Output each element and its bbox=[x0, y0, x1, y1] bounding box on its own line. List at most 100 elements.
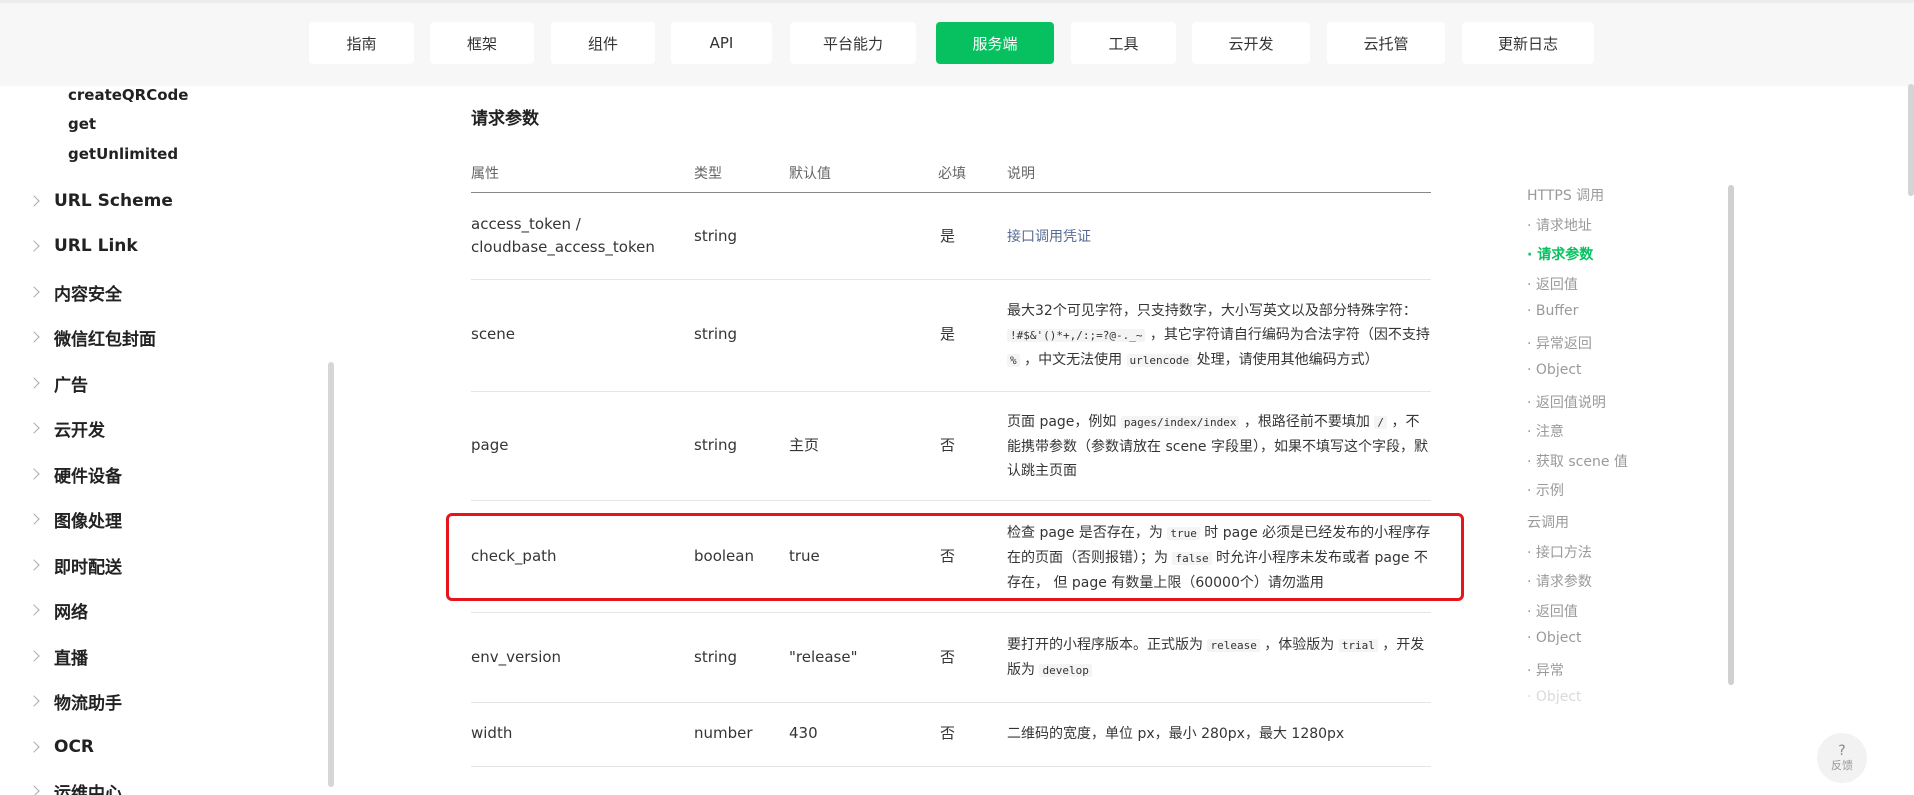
sidebar-cat-label: 网络 bbox=[54, 602, 88, 623]
sidebar-cat-label: 直播 bbox=[54, 648, 88, 669]
sidebar-cat-logistics[interactable]: 物流助手 bbox=[28, 689, 122, 714]
toc-https-call[interactable]: HTTPS 调用 bbox=[1527, 185, 1604, 205]
toc-buffer[interactable]: Buffer bbox=[1527, 303, 1579, 319]
param-name: page bbox=[471, 436, 509, 454]
param-type: string bbox=[694, 325, 738, 343]
sidebar-cat-label: OCR bbox=[54, 737, 95, 757]
chevron-right-icon bbox=[28, 650, 40, 662]
chevron-right-icon bbox=[28, 513, 40, 525]
sidebar-cat-ads[interactable]: 广告 bbox=[28, 371, 88, 396]
sidebar-cat-label: 运维中心 bbox=[54, 783, 122, 795]
param-type: string bbox=[694, 227, 738, 245]
chevron-right-icon bbox=[28, 604, 40, 616]
chevron-right-icon bbox=[28, 785, 40, 795]
param-type: number bbox=[694, 724, 753, 742]
param-default: 430 bbox=[789, 724, 818, 742]
toc-get-scene[interactable]: 获取 scene 值 bbox=[1527, 451, 1628, 471]
header-divider bbox=[471, 192, 1431, 193]
toc-cloud-object[interactable]: Object bbox=[1527, 630, 1582, 646]
param-type: string bbox=[694, 648, 738, 666]
access-token-link[interactable]: 接口调用凭证 bbox=[1007, 225, 1432, 249]
sidebar-cat-url-link[interactable]: URL Link bbox=[28, 234, 138, 258]
param-desc: 最大32个可见字符，只支持数字，大小写英文以及部分特殊字符： !#$&'()*+… bbox=[1007, 299, 1432, 373]
toc-cloud-call[interactable]: 云调用 bbox=[1527, 512, 1569, 532]
nav-server[interactable]: 服务端 bbox=[936, 22, 1054, 64]
sidebar-cat-hardware[interactable]: 硬件设备 bbox=[28, 462, 122, 487]
sidebar-scrollbar[interactable] bbox=[328, 362, 334, 787]
param-desc: 二维码的宽度，单位 px，最小 280px，最大 1280px bbox=[1007, 726, 1345, 742]
sidebar: createQRCode get getUnlimited URL Scheme… bbox=[0, 86, 330, 795]
row-divider bbox=[471, 500, 1431, 501]
nav-cloud-dev[interactable]: 云开发 bbox=[1192, 22, 1310, 64]
desc-text: ，根路径前不要填加 bbox=[1243, 414, 1370, 430]
toc-cloud-return[interactable]: 返回值 bbox=[1527, 601, 1578, 621]
sidebar-cat-ocr[interactable]: OCR bbox=[28, 735, 95, 759]
sidebar-cat-live[interactable]: 直播 bbox=[28, 644, 88, 669]
desc-text: 页面 page，例如 bbox=[1007, 414, 1117, 430]
toc-notice[interactable]: 注意 bbox=[1527, 421, 1564, 441]
desc-text: 要打开的小程序版本。正式版为 bbox=[1007, 637, 1203, 653]
toc-cloud-params[interactable]: 请求参数 bbox=[1527, 571, 1592, 591]
toc-example[interactable]: 示例 bbox=[1527, 480, 1564, 500]
sidebar-cat-label: 广告 bbox=[54, 375, 88, 396]
toc-return-desc[interactable]: 返回值说明 bbox=[1527, 392, 1606, 412]
highlight-annotation-box bbox=[446, 513, 1464, 601]
feedback-button[interactable]: ? 反馈 bbox=[1817, 733, 1867, 783]
nav-components[interactable]: 组件 bbox=[551, 22, 655, 64]
param-name: scene bbox=[471, 325, 516, 343]
sidebar-cat-ops[interactable]: 运维中心 bbox=[28, 779, 122, 795]
chevron-right-icon bbox=[28, 286, 40, 298]
desc-text: ，其它字符请自行编码为合法字符（因不支持 bbox=[1149, 327, 1430, 343]
chevron-right-icon bbox=[28, 195, 40, 207]
sidebar-item-getunlimited[interactable]: getUnlimited bbox=[68, 145, 178, 163]
nav-api[interactable]: API bbox=[671, 22, 772, 64]
page-scrollbar[interactable] bbox=[1908, 84, 1914, 196]
question-icon: ? bbox=[1838, 742, 1846, 759]
toc-request-params[interactable]: 请求参数 bbox=[1527, 244, 1593, 264]
sidebar-cat-delivery[interactable]: 即时配送 bbox=[28, 553, 122, 578]
sidebar-cat-label: 即时配送 bbox=[54, 557, 122, 578]
desc-code: !#$&'()*+,/:;=?@-._~ bbox=[1007, 329, 1146, 342]
toc-return-value[interactable]: 返回值 bbox=[1527, 274, 1578, 294]
sidebar-cat-cloud-dev[interactable]: 云开发 bbox=[28, 416, 105, 441]
toc-error-return[interactable]: 异常返回 bbox=[1527, 333, 1592, 353]
toc-cloud-error-object[interactable]: Object bbox=[1527, 689, 1582, 705]
toc-scrollbar[interactable] bbox=[1728, 185, 1734, 685]
nav-changelog[interactable]: 更新日志 bbox=[1462, 22, 1594, 64]
desc-code: develop bbox=[1039, 664, 1092, 677]
nav-tools[interactable]: 工具 bbox=[1071, 22, 1176, 64]
nav-framework[interactable]: 框架 bbox=[430, 22, 534, 64]
sidebar-item-get[interactable]: get bbox=[68, 115, 96, 133]
sidebar-cat-label: 图像处理 bbox=[54, 511, 122, 532]
desc-text: ，中文无法使用 bbox=[1024, 352, 1123, 368]
desc-text: 最大32个可见字符，只支持数字，大小写英文以及部分特殊字符： bbox=[1007, 303, 1417, 319]
toc-request-url[interactable]: 请求地址 bbox=[1527, 215, 1592, 235]
sidebar-cat-label: 硬件设备 bbox=[54, 466, 122, 487]
desc-code: % bbox=[1007, 354, 1020, 367]
toc-method[interactable]: 接口方法 bbox=[1527, 542, 1592, 562]
chevron-right-icon bbox=[28, 422, 40, 434]
sidebar-cat-label: URL Link bbox=[54, 236, 138, 256]
param-name: width bbox=[471, 724, 513, 742]
sidebar-cat-network[interactable]: 网络 bbox=[28, 598, 88, 623]
chevron-right-icon bbox=[28, 377, 40, 389]
param-required: 否 bbox=[940, 436, 956, 454]
sidebar-cat-url-scheme[interactable]: URL Scheme bbox=[28, 189, 173, 213]
row-divider bbox=[471, 612, 1431, 613]
nav-platform[interactable]: 平台能力 bbox=[790, 22, 916, 64]
desc-code: / bbox=[1374, 416, 1387, 429]
sidebar-cat-label: 内容安全 bbox=[54, 284, 122, 305]
nav-cloud-hosting[interactable]: 云托管 bbox=[1327, 22, 1445, 64]
sidebar-cat-content-security[interactable]: 内容安全 bbox=[28, 280, 122, 305]
toc-cloud-error[interactable]: 异常 bbox=[1527, 660, 1564, 680]
chevron-right-icon bbox=[28, 741, 40, 753]
sidebar-item-createqrcode[interactable]: createQRCode bbox=[68, 86, 188, 104]
nav-guide[interactable]: 指南 bbox=[309, 22, 414, 64]
sidebar-cat-image[interactable]: 图像处理 bbox=[28, 507, 122, 532]
top-nav: 指南 框架 组件 API 平台能力 服务端 工具 云开发 云托管 更新日志 bbox=[0, 0, 1914, 86]
toc-object[interactable]: Object bbox=[1527, 362, 1582, 378]
section-title: 请求参数 bbox=[471, 109, 539, 129]
chevron-right-icon bbox=[28, 240, 40, 252]
row-divider bbox=[471, 702, 1431, 703]
sidebar-cat-red-packet[interactable]: 微信红包封面 bbox=[28, 325, 156, 350]
